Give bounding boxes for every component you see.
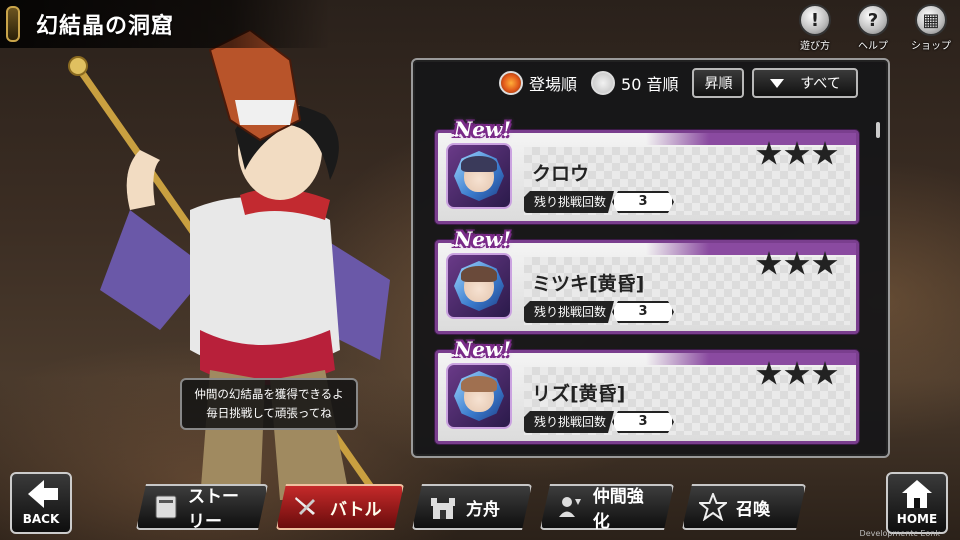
star-icon [756, 361, 782, 385]
remaining-challenges-value: 3 [612, 301, 674, 323]
new-badge: New! [454, 117, 512, 141]
shop-label: ショップ [911, 41, 951, 52]
speech-line-1: 仲間の幻結晶を獲得できるよ [194, 387, 344, 401]
star-icon [784, 361, 810, 385]
page-title: 幻結晶の洞窟 [36, 14, 175, 39]
remaining-challenges: 残り挑戦回数 3 [524, 191, 674, 213]
bottom-nav: ストーリー バトル 方舟 仲間強化 召喚 [136, 484, 806, 530]
help-button[interactable]: ? ヘルプ [850, 4, 896, 52]
sort-controls: 登場順 50 音順 昇順 すべて [499, 68, 866, 98]
party-icon [556, 492, 585, 522]
filter-button-label: すべて [800, 76, 841, 92]
home-label: HOME [896, 512, 938, 526]
nav-summon[interactable]: 召喚 [682, 484, 806, 530]
watermark: Developmentc Eonk [859, 529, 940, 538]
filter-icon [770, 78, 785, 88]
remaining-challenges-value: 3 [612, 191, 674, 213]
nav-story[interactable]: ストーリー [136, 484, 268, 530]
help-label: ヘルプ [858, 41, 888, 52]
title-bar: 幻結晶の洞窟 [0, 0, 330, 48]
remaining-challenges-value: 3 [612, 411, 674, 433]
nav-summon-label: 召喚 [736, 499, 770, 520]
remaining-challenges: 残り挑戦回数 3 [524, 411, 674, 433]
home-icon [902, 480, 932, 508]
crystal-list-panel: 登場順 50 音順 昇順 すべて New! クロウ 残り挑戦回数 3 New! [411, 58, 890, 458]
star-icon [812, 251, 838, 275]
shop-button[interactable]: ▦ ショップ [908, 4, 954, 52]
character-portrait [446, 363, 512, 429]
sort-order-button[interactable]: 昇順 [692, 68, 745, 98]
remaining-challenges-label: 残り挑戦回数 [524, 301, 614, 323]
back-arrow-icon [28, 480, 58, 508]
star-icon [812, 141, 838, 165]
nav-ark[interactable]: 方舟 [412, 484, 532, 530]
nav-battle[interactable]: バトル [276, 484, 404, 530]
sort-kana-label[interactable]: 50 音順 [621, 71, 678, 95]
sword-icon [292, 492, 322, 522]
how-to-play-button[interactable]: ! 遊び方 [792, 4, 838, 52]
top-icon-group: ! 遊び方 ? ヘルプ ▦ ショップ [792, 4, 954, 52]
new-badge: New! [454, 227, 512, 251]
remaining-challenges-label: 残り挑戦回数 [524, 411, 614, 433]
book-icon [152, 492, 180, 522]
remaining-challenges: 残り挑戦回数 3 [524, 301, 674, 323]
star-icon [784, 141, 810, 165]
rarity-stars [756, 361, 838, 387]
new-badge: New! [454, 337, 512, 361]
star-icon [756, 251, 782, 275]
crystal-card[interactable]: New! ミツキ[黄昏] 残り挑戦回数 3 [435, 227, 859, 334]
nav-battle-label: バトル [330, 499, 382, 520]
star-icon [756, 141, 782, 165]
character-name: リズ[黄昏] [532, 383, 626, 405]
speech-line-2: 毎日挑戦して頑張ってね [206, 406, 332, 420]
remaining-challenges-label: 残り挑戦回数 [524, 191, 614, 213]
title-ornament [6, 6, 20, 42]
crystal-card[interactable]: New! クロウ 残り挑戦回数 3 [435, 117, 859, 224]
nav-story-label: ストーリー [188, 487, 239, 532]
speech-bubble: 仲間の幻結晶を獲得できるよ 毎日挑戦して頑張ってね [180, 378, 358, 430]
question-icon: ? [857, 4, 889, 36]
nav-party-upgrade[interactable]: 仲間強化 [540, 484, 674, 530]
character-portrait [446, 143, 512, 209]
sort-appearance-radio[interactable] [499, 71, 523, 95]
back-label: BACK [22, 512, 60, 526]
character-portrait [446, 253, 512, 319]
character-name: クロウ [532, 163, 590, 185]
nav-party-upgrade-label: 仲間強化 [592, 487, 644, 532]
castle-icon [428, 492, 458, 522]
nav-ark-label: 方舟 [466, 499, 500, 520]
rarity-stars [756, 251, 838, 277]
shop-icon: ▦ [915, 4, 947, 36]
sort-kana-radio[interactable] [591, 71, 616, 95]
how-to-play-label: 遊び方 [800, 41, 830, 52]
list-scrollbar[interactable] [876, 122, 880, 138]
home-button[interactable]: HOME [886, 472, 948, 534]
back-button[interactable]: BACK [10, 472, 72, 534]
filter-button[interactable]: すべて [752, 68, 859, 98]
star-icon [812, 361, 838, 385]
crystal-card[interactable]: New! リズ[黄昏] 残り挑戦回数 3 [435, 337, 859, 444]
sort-appearance-label[interactable]: 登場順 [529, 71, 577, 95]
rarity-stars [756, 141, 838, 167]
star-icon [698, 492, 728, 522]
character-name: ミツキ[黄昏] [532, 273, 645, 295]
star-icon [784, 251, 810, 275]
exclamation-icon: ! [799, 4, 831, 36]
